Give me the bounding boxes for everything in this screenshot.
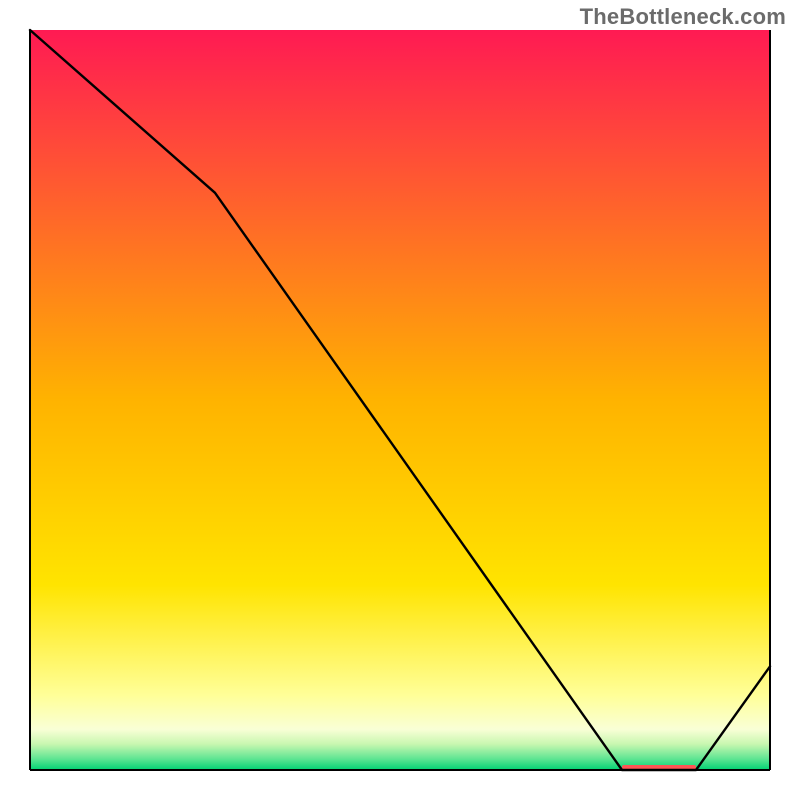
chart-canvas: TheBottleneck.com — [0, 0, 800, 800]
bottleneck-chart-svg — [0, 0, 800, 800]
plot-background — [30, 30, 770, 770]
